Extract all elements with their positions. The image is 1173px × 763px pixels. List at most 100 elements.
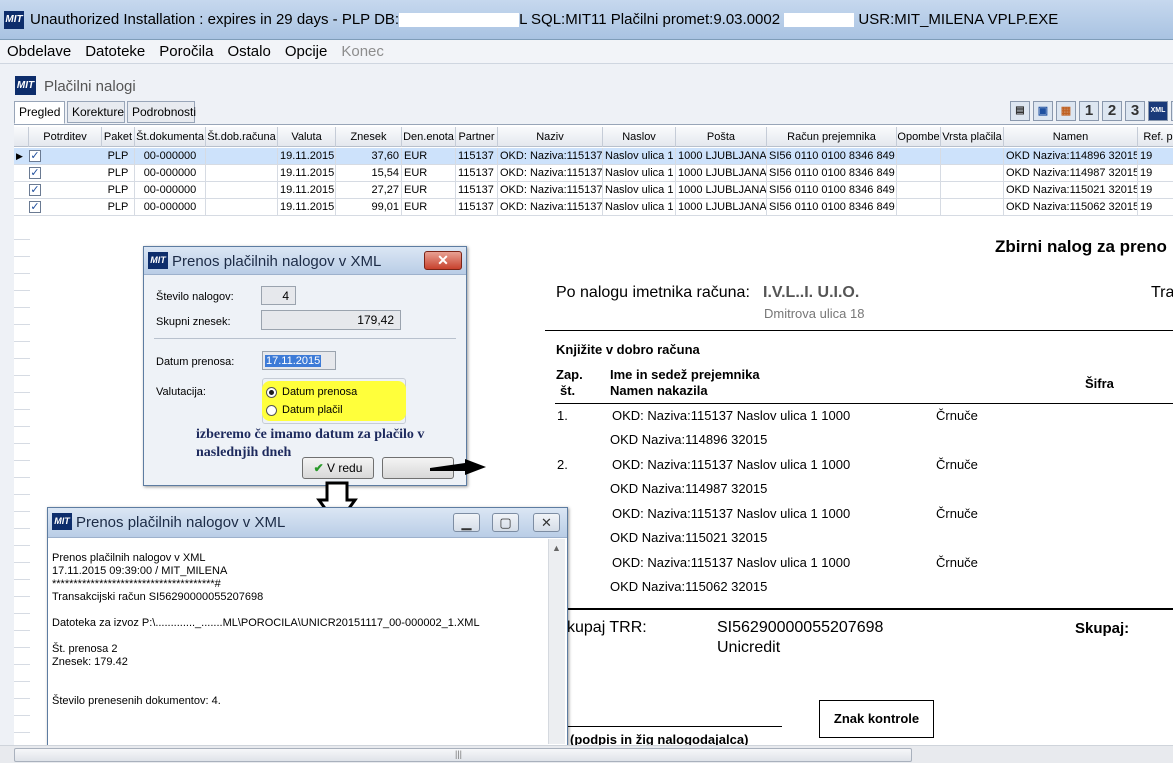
- col-partner[interactable]: Partner: [456, 127, 498, 147]
- potrditev-checkbox[interactable]: ✓: [29, 184, 41, 196]
- cell-ref[interactable]: 19: [1138, 165, 1173, 182]
- cell-naslov[interactable]: Naslov ulica 1: [603, 148, 676, 165]
- preview-icon[interactable]: ▤: [1010, 101, 1030, 121]
- cell-valuta[interactable]: 19.11.2015: [278, 199, 336, 216]
- cell-naslov[interactable]: Naslov ulica 1: [603, 165, 676, 182]
- cell-empty[interactable]: [206, 165, 278, 182]
- cell-den[interactable]: EUR: [402, 199, 456, 216]
- close-button[interactable]: ✕: [424, 251, 462, 270]
- cell-partner[interactable]: 115137: [456, 148, 498, 165]
- cell-den[interactable]: EUR: [402, 182, 456, 199]
- menu-obdelave[interactable]: Obdelave: [0, 40, 78, 62]
- cell-naziv[interactable]: OKD: Naziva:115137: [498, 182, 603, 199]
- cell-paket[interactable]: PLP: [102, 165, 135, 182]
- cell-empty[interactable]: [206, 182, 278, 199]
- horizontal-scrollbar[interactable]: |||: [0, 745, 1173, 763]
- cell-znesek[interactable]: 15,54: [336, 165, 402, 182]
- cell-znesek[interactable]: 27,27: [336, 182, 402, 199]
- col-den-enota[interactable]: Den.enota: [402, 127, 456, 147]
- col-posta[interactable]: Pošta: [676, 127, 767, 147]
- vertical-scrollbar[interactable]: ▲: [548, 539, 565, 744]
- cell-paket[interactable]: PLP: [102, 148, 135, 165]
- cell-partner[interactable]: 115137: [456, 199, 498, 216]
- datum-prenosa-input[interactable]: 17.11.2015: [262, 351, 336, 370]
- cell-posta[interactable]: 1000 LJUBLJANA: [676, 148, 767, 165]
- cell-dok[interactable]: 00-000000: [135, 182, 206, 199]
- cell-valuta[interactable]: 19.11.2015: [278, 182, 336, 199]
- menu-ostalo[interactable]: Ostalo: [220, 40, 277, 62]
- export-icon[interactable]: ▦: [1056, 101, 1076, 121]
- cell-empty[interactable]: [206, 148, 278, 165]
- cell-naslov[interactable]: Naslov ulica 1: [603, 182, 676, 199]
- cell-naziv[interactable]: OKD: Naziva:115137: [498, 165, 603, 182]
- cell-dok[interactable]: 00-000000: [135, 148, 206, 165]
- cell-namen[interactable]: OKD Naziva:115021 32015: [1004, 182, 1138, 199]
- col-ref[interactable]: Ref. p: [1138, 127, 1173, 147]
- cell-naziv[interactable]: OKD: Naziva:115137: [498, 148, 603, 165]
- col-valuta[interactable]: Valuta: [278, 127, 336, 147]
- cell-den[interactable]: EUR: [402, 148, 456, 165]
- menu-porocila[interactable]: Poročila: [152, 40, 220, 62]
- cell-empty[interactable]: [897, 165, 941, 182]
- cell-paket[interactable]: PLP: [102, 199, 135, 216]
- col-potrditev[interactable]: Potrditev: [29, 127, 102, 147]
- cell-empty[interactable]: [941, 148, 1004, 165]
- table-row[interactable]: ✓ PLP 00-000000 19.11.2015 15,54 EUR 115137 OKD…: [14, 165, 1173, 182]
- cell-racun[interactable]: SI56 0110 0100 8346 849: [767, 182, 897, 199]
- tab-podrobnosti[interactable]: Podrobnosti: [127, 101, 196, 123]
- cell-paket[interactable]: PLP: [102, 182, 135, 199]
- page-2-icon[interactable]: 2: [1102, 101, 1122, 121]
- cell-den[interactable]: EUR: [402, 165, 456, 182]
- potrditev-checkbox[interactable]: ✓: [29, 150, 41, 162]
- col-st-dob-racuna[interactable]: Št.dob.računa: [206, 127, 278, 147]
- cell-empty[interactable]: [206, 199, 278, 216]
- cell-empty[interactable]: [941, 165, 1004, 182]
- page-3-icon[interactable]: 3: [1125, 101, 1145, 121]
- tab-pregled[interactable]: Pregled: [14, 101, 65, 124]
- col-naziv[interactable]: Naziv: [498, 127, 603, 147]
- maximize-button[interactable]: ▢: [492, 513, 519, 532]
- table-row[interactable]: ✓ PLP 00-000000 19.11.2015 27,27 EUR 115137 OKD…: [14, 182, 1173, 199]
- table-row[interactable]: ✓ PLP 00-000000 19.11.2015 99,01 EUR 115137 OKD…: [14, 199, 1173, 216]
- cell-dok[interactable]: 00-000000: [135, 199, 206, 216]
- cell-namen[interactable]: OKD Naziva:114987 32015: [1004, 165, 1138, 182]
- cell-empty[interactable]: [941, 182, 1004, 199]
- cell-posta[interactable]: 1000 LJUBLJANA: [676, 182, 767, 199]
- menu-datoteke[interactable]: Datoteke: [78, 40, 152, 62]
- minimize-button[interactable]: ▁: [453, 513, 480, 532]
- cell-partner[interactable]: 115137: [456, 165, 498, 182]
- radio-datum-placil[interactable]: [266, 405, 277, 416]
- cell-dok[interactable]: 00-000000: [135, 165, 206, 182]
- col-st-dokumenta[interactable]: Št.dokumenta: [135, 127, 206, 147]
- cell-posta[interactable]: 1000 LJUBLJANA: [676, 199, 767, 216]
- cell-naslov[interactable]: Naslov ulica 1: [603, 199, 676, 216]
- cell-valuta[interactable]: 19.11.2015: [278, 148, 336, 165]
- cell-naziv[interactable]: OKD: Naziva:115137: [498, 199, 603, 216]
- potrditev-checkbox[interactable]: ✓: [29, 167, 41, 179]
- cell-ref[interactable]: 19: [1138, 182, 1173, 199]
- cell-racun[interactable]: SI56 0110 0100 8346 849: [767, 148, 897, 165]
- cell-racun[interactable]: SI56 0110 0100 8346 849: [767, 165, 897, 182]
- cell-partner[interactable]: 115137: [456, 182, 498, 199]
- potrditev-checkbox[interactable]: ✓: [29, 201, 41, 213]
- cell-racun[interactable]: SI56 0110 0100 8346 849: [767, 199, 897, 216]
- page-1-icon[interactable]: 1: [1079, 101, 1099, 121]
- cell-znesek[interactable]: 37,60: [336, 148, 402, 165]
- tab-korekture[interactable]: Korekture: [67, 101, 125, 123]
- cell-namen[interactable]: OKD Naziva:114896 32015: [1004, 148, 1138, 165]
- xml-icon[interactable]: XML: [1148, 101, 1168, 121]
- cell-ref[interactable]: 19: [1138, 199, 1173, 216]
- radio-datum-prenosa-label[interactable]: Datum prenosa: [282, 386, 357, 398]
- close-button[interactable]: ✕: [533, 513, 560, 532]
- col-namen[interactable]: Namen: [1004, 127, 1138, 147]
- cell-posta[interactable]: 1000 LJUBLJANA: [676, 165, 767, 182]
- col-paket[interactable]: Paket: [102, 127, 135, 147]
- menu-opcije[interactable]: Opcije: [278, 40, 335, 62]
- cell-empty[interactable]: [897, 148, 941, 165]
- table-row[interactable]: ▶ ✓ PLP 00-000000 19.11.2015 37,60 EUR 115137 OK…: [14, 148, 1173, 165]
- cell-empty[interactable]: [897, 182, 941, 199]
- cell-znesek[interactable]: 99,01: [336, 199, 402, 216]
- radio-datum-prenosa[interactable]: [266, 387, 277, 398]
- col-znesek[interactable]: Znesek: [336, 127, 402, 147]
- print-icon[interactable]: ▣: [1033, 101, 1053, 121]
